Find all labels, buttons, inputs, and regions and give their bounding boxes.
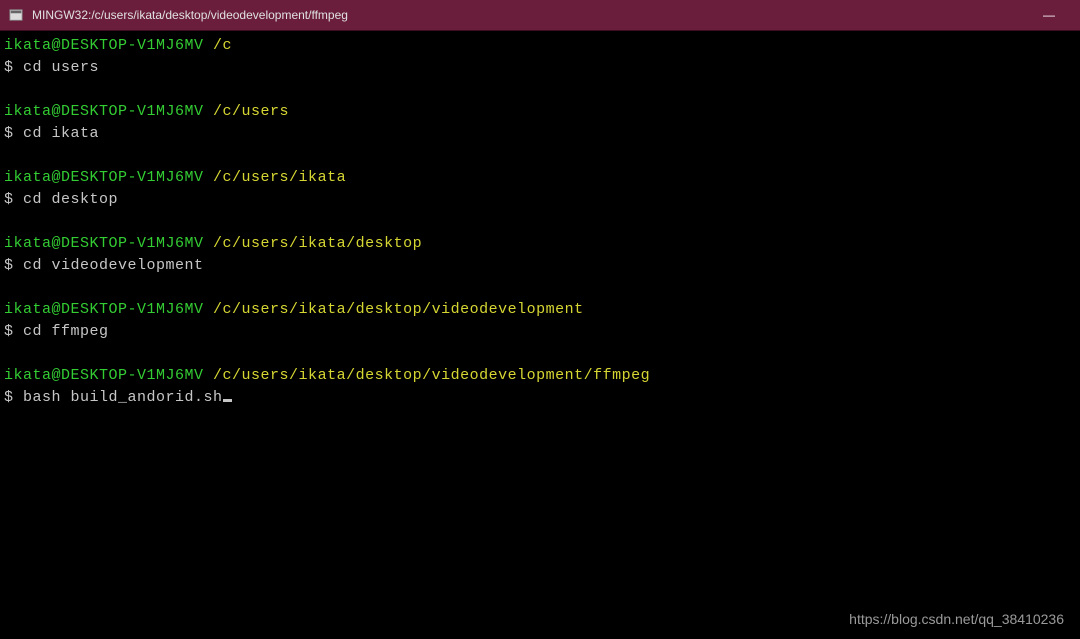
prompt-path: /c/users/ikata/desktop/videodevelopment/… <box>213 367 650 384</box>
prompt-path: /c/users/ikata/desktop <box>213 235 422 252</box>
window-controls: — <box>1026 8 1072 23</box>
prompt-symbol: $ <box>4 323 23 340</box>
command-block: ikata@DESKTOP-V1MJ6MV /c $ cd users <box>4 35 1076 79</box>
prompt-symbol: $ <box>4 257 23 274</box>
prompt-symbol: $ <box>4 191 23 208</box>
prompt-user: ikata@DESKTOP-V1MJ6MV <box>4 169 204 186</box>
prompt-path: /c/users/ikata/desktop/videodevelopment <box>213 301 584 318</box>
prompt-path: /c/users <box>213 103 289 120</box>
terminal-icon <box>8 7 24 23</box>
command-block: ikata@DESKTOP-V1MJ6MV /c/users/ikata $ c… <box>4 167 1076 211</box>
command-text: cd ffmpeg <box>23 323 109 340</box>
prompt-symbol: $ <box>4 125 23 142</box>
prompt-path: /c <box>213 37 232 54</box>
command-block: ikata@DESKTOP-V1MJ6MV /c/users $ cd ikat… <box>4 101 1076 145</box>
prompt-user: ikata@DESKTOP-V1MJ6MV <box>4 367 204 384</box>
prompt-user: ikata@DESKTOP-V1MJ6MV <box>4 103 204 120</box>
prompt-path: /c/users/ikata <box>213 169 346 186</box>
command-block: ikata@DESKTOP-V1MJ6MV /c/users/ikata/des… <box>4 233 1076 277</box>
command-text: cd videodevelopment <box>23 257 204 274</box>
command-text: cd users <box>23 59 99 76</box>
prompt-user: ikata@DESKTOP-V1MJ6MV <box>4 235 204 252</box>
command-text: bash build_andorid.sh <box>23 389 223 406</box>
minimize-button[interactable]: — <box>1026 0 1072 31</box>
command-block: ikata@DESKTOP-V1MJ6MV /c/users/ikata/des… <box>4 365 1076 409</box>
prompt-user: ikata@DESKTOP-V1MJ6MV <box>4 37 204 54</box>
prompt-user: ikata@DESKTOP-V1MJ6MV <box>4 301 204 318</box>
watermark-text: https://blog.csdn.net/qq_38410236 <box>849 611 1064 627</box>
command-block: ikata@DESKTOP-V1MJ6MV /c/users/ikata/des… <box>4 299 1076 343</box>
terminal-area[interactable]: ikata@DESKTOP-V1MJ6MV /c $ cd users ikat… <box>0 31 1080 413</box>
window-titlebar: MINGW32:/c/users/ikata/desktop/videodeve… <box>0 0 1080 31</box>
cursor <box>223 399 232 402</box>
prompt-symbol: $ <box>4 389 23 406</box>
command-text: cd desktop <box>23 191 118 208</box>
prompt-symbol: $ <box>4 59 23 76</box>
window-title: MINGW32:/c/users/ikata/desktop/videodeve… <box>32 8 1026 22</box>
command-text: cd ikata <box>23 125 99 142</box>
